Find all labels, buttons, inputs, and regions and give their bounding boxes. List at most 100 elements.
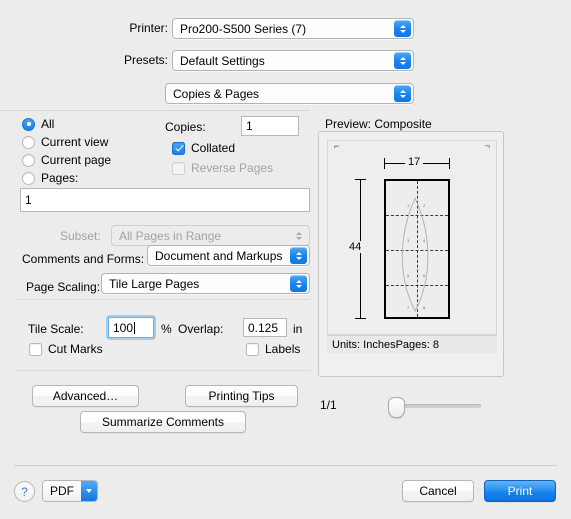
printer-label: Printer: — [129, 21, 168, 35]
cut-marks-label: Cut Marks — [48, 342, 103, 356]
overlap-input[interactable]: 0.125 — [243, 318, 287, 337]
labels-checkbox-row[interactable]: Labels — [246, 342, 300, 356]
width-dimension-label: 17 — [405, 156, 424, 168]
overlap-label: Overlap: — [178, 322, 224, 336]
comments-and-forms-label: Comments and Forms: — [22, 252, 145, 266]
help-button-label: ? — [21, 484, 28, 499]
radio-indicator — [22, 171, 35, 185]
preview-units-bar: Units: InchesPages: 8 — [327, 335, 497, 353]
reverse-pages-checkbox-row: Reverse Pages — [172, 161, 273, 175]
radio-pages[interactable]: Pages: — [22, 171, 111, 185]
radio-pages-label: Pages: — [41, 171, 79, 185]
page-indicator: 1/1 — [320, 398, 337, 412]
document-artwork — [401, 197, 429, 313]
page-scaling-popup[interactable]: Tile Large Pages — [101, 273, 310, 294]
advanced-button[interactable]: Advanced… — [32, 385, 139, 407]
copies-input[interactable]: 1 — [241, 116, 299, 136]
print-button[interactable]: Print — [484, 480, 556, 502]
page-scaling-label: Page Scaling: — [26, 280, 101, 294]
copies-value: 1 — [246, 119, 253, 133]
bottom-divider — [14, 465, 557, 466]
printer-popup[interactable]: Pro200-S500 Series (7) — [172, 18, 414, 39]
collated-checkbox-row[interactable]: Collated — [172, 141, 235, 155]
width-dimension-tick — [384, 158, 385, 169]
tile-scale-value: 100 — [113, 320, 134, 335]
subset-popup: All Pages in Range — [111, 225, 310, 246]
tile-scale-label: Tile Scale: — [28, 322, 84, 336]
preview-canvas: ⌐ ¬ 17 44 1 2 3 4 5 6 7 8 — [327, 140, 497, 335]
radio-indicator — [22, 117, 35, 131]
collated-label: Collated — [191, 141, 236, 155]
pages-range-input[interactable]: 1 — [20, 188, 310, 212]
cut-marks-checkbox-row[interactable]: Cut Marks — [29, 342, 103, 356]
pages-range-value: 1 — [25, 193, 32, 207]
tile-number: 3 — [407, 238, 410, 243]
copies-label: Copies: — [165, 120, 206, 134]
chevron-updown-icon — [290, 247, 307, 264]
presets-value: Default Settings — [180, 53, 265, 68]
preview-page-slider-knob[interactable] — [388, 397, 405, 418]
crop-mark-icon: ¬ — [484, 141, 490, 151]
tile-number: 8 — [423, 305, 426, 310]
printer-value: Pro200-S500 Series (7) — [180, 21, 307, 36]
percent-unit-label: % — [161, 322, 172, 336]
height-dimension-label: 44 — [346, 241, 365, 253]
preview-title: Preview: Composite — [325, 117, 432, 131]
radio-all-label: All — [41, 117, 55, 131]
chevron-updown-icon — [394, 85, 411, 102]
overlap-value: 0.125 — [248, 320, 279, 335]
chevron-updown-icon — [290, 227, 307, 244]
height-dimension-tick — [355, 318, 366, 319]
reverse-pages-label: Reverse Pages — [191, 161, 274, 175]
radio-all[interactable]: All — [22, 117, 111, 131]
checkbox-indicator — [172, 161, 185, 175]
pdf-button-label: PDF — [43, 481, 81, 501]
pane-value: Copies & Pages — [173, 86, 260, 101]
tile-number: 7 — [407, 305, 410, 310]
cancel-button-label: Cancel — [419, 484, 457, 498]
checkbox-indicator — [29, 342, 42, 356]
radio-current-page-label: Current page — [41, 153, 112, 167]
checkbox-indicator — [172, 141, 185, 155]
preview-panel: ⌐ ¬ 17 44 1 2 3 4 5 6 7 8 Units: InchesP… — [318, 131, 504, 377]
chevron-updown-icon — [394, 20, 411, 37]
summarize-comments-button[interactable]: Summarize Comments — [80, 411, 246, 433]
comments-and-forms-popup[interactable]: Document and Markups — [147, 245, 310, 266]
summarize-comments-button-label: Summarize Comments — [101, 415, 225, 429]
tile-number: 6 — [423, 273, 426, 278]
radio-current-view[interactable]: Current view — [22, 135, 111, 149]
tile-number: 1 — [407, 203, 410, 208]
height-dimension-tick — [355, 179, 366, 180]
cancel-button[interactable]: Cancel — [402, 480, 474, 502]
presets-popup[interactable]: Default Settings — [172, 50, 414, 71]
help-button[interactable]: ? — [14, 481, 35, 502]
section-divider — [0, 110, 310, 111]
tile-number: 5 — [407, 273, 410, 278]
page-scaling-value: Tile Large Pages — [109, 276, 200, 291]
tile-number: 4 — [423, 238, 426, 243]
preview-sheet: 1 2 3 4 5 6 7 8 — [384, 179, 450, 319]
checkbox-indicator — [246, 342, 259, 356]
labels-label: Labels — [265, 342, 301, 356]
presets-label: Presets: — [123, 53, 168, 67]
radio-indicator — [22, 153, 35, 167]
printing-tips-button-label: Printing Tips — [208, 389, 275, 403]
tile-number: 2 — [423, 203, 426, 208]
comments-and-forms-value: Document and Markups — [155, 248, 283, 263]
width-dimension-tick — [449, 158, 450, 169]
preview-units-text: Units: InchesPages: 8 — [332, 338, 440, 351]
radio-current-page[interactable]: Current page — [22, 153, 111, 167]
advanced-button-label: Advanced… — [52, 389, 119, 403]
print-dialog: Printer: Pro200-S500 Series (7) Presets:… — [0, 0, 571, 519]
pane-popup[interactable]: Copies & Pages — [165, 83, 414, 104]
crop-mark-icon: ⌐ — [334, 141, 340, 151]
chevron-down-icon[interactable] — [81, 481, 97, 501]
tile-scale-input[interactable]: 100 — [108, 317, 154, 338]
subset-label: Subset: — [60, 229, 101, 243]
range-radio-group: All Current view Current page Pages: — [22, 117, 111, 189]
chevron-updown-icon — [394, 52, 411, 69]
pdf-button[interactable]: PDF — [42, 480, 98, 502]
text-caret — [134, 321, 136, 334]
printing-tips-button[interactable]: Printing Tips — [185, 385, 298, 407]
radio-indicator — [22, 135, 35, 149]
